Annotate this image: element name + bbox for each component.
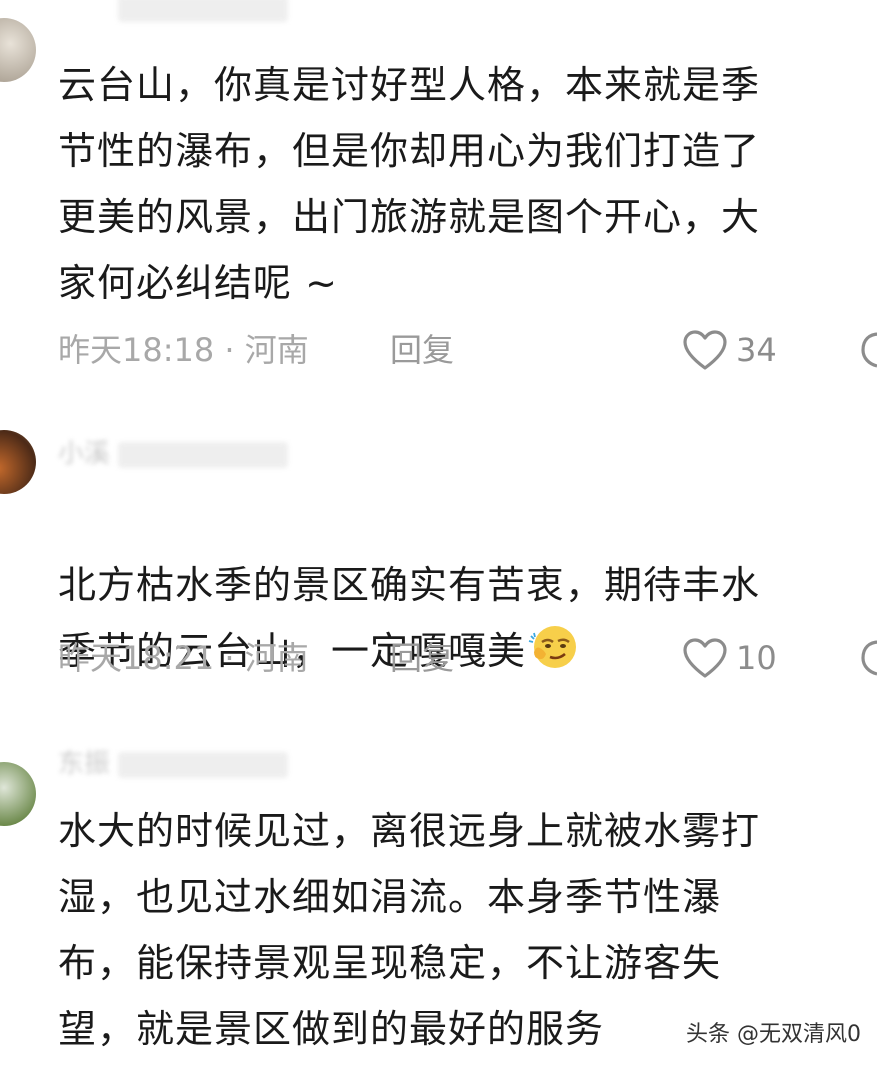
like-button[interactable]: 10	[682, 636, 777, 680]
avatar[interactable]	[0, 18, 36, 82]
comment-item: 东振 水大的时候见过，离很远身上就被水雾打 湿，也见过水细如涓流。本身季节性瀑 …	[0, 710, 877, 1066]
watermark: 头条 @无双清风0	[686, 1022, 861, 1047]
comment-item: 云台山，你真是讨好型人格，本来就是季 节性的瀑布，但是你却用心为我们打造了 更美…	[0, 0, 877, 400]
username[interactable]: 小溪	[58, 440, 298, 468]
share-icon[interactable]	[859, 638, 877, 678]
comment-meta: 昨天18:18 · 河南 回复 34	[58, 328, 877, 372]
heart-icon	[683, 330, 727, 370]
comment-meta: 昨天18:21 · 河南 回复 10	[58, 636, 877, 680]
heart-icon	[683, 638, 727, 678]
comment-text: 云台山，你真是讨好型人格，本来就是季 节性的瀑布，但是你却用心为我们打造了 更美…	[58, 63, 761, 305]
username[interactable]: 东振	[58, 750, 298, 778]
like-count: 34	[736, 331, 777, 369]
share-icon[interactable]	[859, 330, 877, 370]
like-button[interactable]: 34	[682, 328, 777, 372]
username[interactable]	[58, 0, 298, 22]
avatar[interactable]	[0, 762, 36, 826]
reply-button[interactable]: 回复	[390, 328, 454, 372]
comment-item: 小溪 北方枯水季的景区确实有苦衷，期待丰水 季节的云台山，一定嘎嘎美 昨天18:…	[0, 400, 877, 710]
reply-button[interactable]: 回复	[390, 636, 454, 680]
avatar[interactable]	[0, 430, 36, 494]
like-count: 10	[736, 639, 777, 677]
comment-time-location: 昨天18:18 · 河南	[58, 331, 309, 369]
comment-time-location: 昨天18:21 · 河南	[58, 639, 309, 677]
